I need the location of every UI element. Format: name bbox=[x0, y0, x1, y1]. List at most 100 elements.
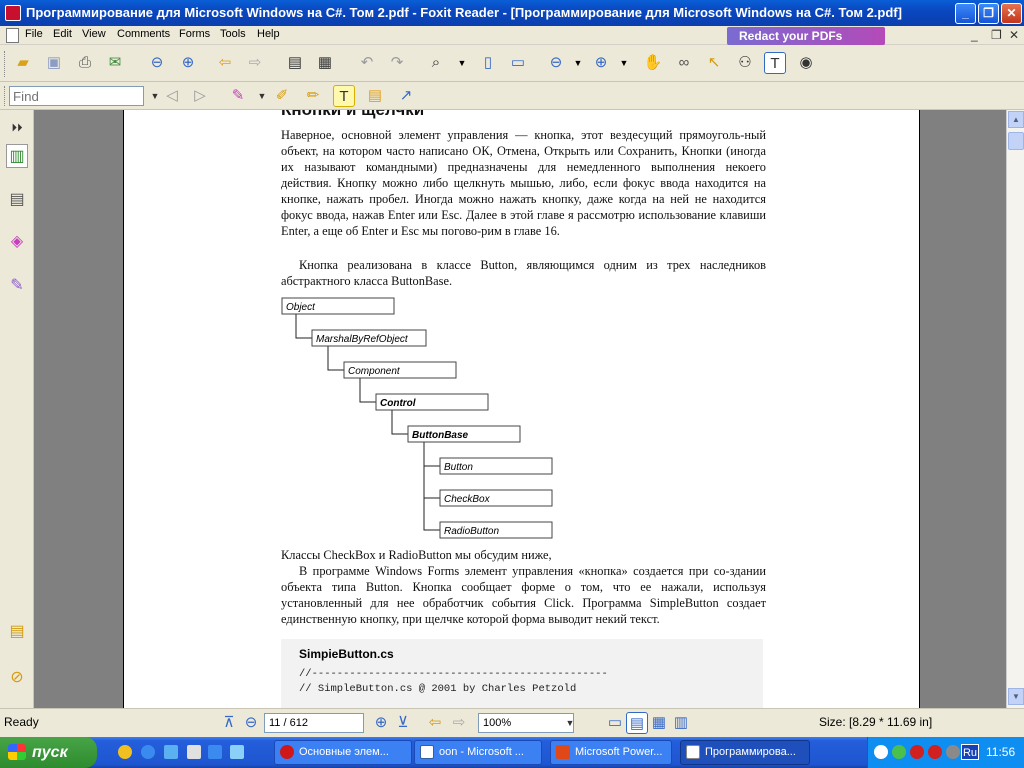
first-page-icon[interactable]: ⊼ bbox=[218, 712, 240, 734]
page-number-field[interactable]: 11 / 612 bbox=[264, 713, 364, 733]
task-foxit[interactable]: Программирова... bbox=[680, 740, 810, 765]
quicklaunch-explorer-icon[interactable] bbox=[187, 745, 201, 759]
scroll-down-arrow[interactable]: ▼ bbox=[1008, 688, 1024, 705]
find-input[interactable] bbox=[9, 86, 144, 106]
last-page-icon[interactable]: ⊻ bbox=[392, 712, 414, 734]
typewriter-icon[interactable]: ✎ bbox=[227, 85, 249, 107]
navigation-sidebar: ⏵⏵ ▥ ▤ ◈ ✎ ▤ ⊘ bbox=[0, 110, 34, 708]
bookmarks-icon[interactable]: ▥ bbox=[6, 144, 28, 168]
language-indicator[interactable]: Ru bbox=[961, 744, 979, 760]
mdi-minimize-button[interactable]: _ bbox=[971, 28, 978, 42]
menu-tools[interactable]: Tools bbox=[220, 28, 246, 40]
task-powerpoint[interactable]: Microsoft Power... bbox=[550, 740, 672, 765]
expand-panel-icon[interactable]: ⏵⏵ bbox=[6, 116, 28, 140]
typewriter-dropdown-icon[interactable]: ▼ bbox=[251, 85, 273, 107]
paragraph-4: В программе Windows Forms элемент управл… bbox=[281, 564, 766, 626]
back-icon[interactable]: ⇦ bbox=[214, 52, 236, 74]
task-opera[interactable]: Основные элем... bbox=[274, 740, 412, 765]
binoculars-icon[interactable]: ⚇ bbox=[734, 52, 756, 74]
maximize-button[interactable]: ❐ bbox=[978, 3, 999, 24]
continuous-facing-icon[interactable]: ▥ bbox=[670, 712, 692, 734]
quicklaunch-media-icon[interactable] bbox=[208, 745, 222, 759]
zoom-in-icon[interactable]: ⊕ bbox=[590, 52, 612, 74]
note-icon[interactable]: ▤ bbox=[364, 85, 386, 107]
menu-view[interactable]: View bbox=[82, 28, 106, 40]
menu-help[interactable]: Help bbox=[257, 28, 280, 40]
mdi-close-button[interactable]: ✕ bbox=[1009, 28, 1019, 42]
quicklaunch-messenger-icon[interactable] bbox=[118, 745, 132, 759]
scroll-up-arrow[interactable]: ▲ bbox=[1008, 111, 1024, 128]
arrow-tool-icon[interactable]: ↗ bbox=[395, 85, 417, 107]
undo-icon[interactable]: ↶ bbox=[356, 52, 378, 74]
tray-shield-icon[interactable] bbox=[910, 745, 924, 759]
redact-banner[interactable]: Redact your PDFs bbox=[727, 27, 885, 45]
tray-opera-icon[interactable] bbox=[928, 745, 942, 759]
pages-icon[interactable]: ▤ bbox=[6, 188, 28, 212]
fit-page-icon[interactable]: ▯ bbox=[477, 52, 499, 74]
task-word[interactable]: oon - Microsoft ... bbox=[414, 740, 542, 765]
continuous-icon[interactable]: ▤ bbox=[626, 712, 648, 734]
previous-page-icon[interactable]: ⊖ bbox=[146, 52, 168, 74]
tray-volume-icon[interactable] bbox=[946, 745, 960, 759]
single-page-icon[interactable]: ▭ bbox=[604, 712, 626, 734]
code-line-2: // SimpleButton.cs @ 2001 by Charles Pet… bbox=[299, 683, 577, 695]
redo-icon[interactable]: ↷ bbox=[386, 52, 408, 74]
zoom-in-dropdown-icon[interactable]: ▼ bbox=[613, 52, 635, 74]
zoom-icon[interactable]: ⌕ bbox=[425, 52, 447, 74]
quicklaunch-ie-icon[interactable] bbox=[141, 745, 155, 759]
text-select-icon[interactable]: T bbox=[764, 52, 786, 74]
zoom-select-arrow-icon[interactable]: ▼ bbox=[559, 712, 581, 734]
toolbar-grip[interactable] bbox=[4, 51, 7, 77]
find-next-icon[interactable]: ▷ bbox=[189, 85, 211, 107]
forward-icon[interactable]: ⇨ bbox=[244, 52, 266, 74]
zoom-out-dropdown-icon[interactable]: ▼ bbox=[567, 52, 589, 74]
comments-icon[interactable]: ▤ bbox=[6, 620, 28, 644]
fit-width-icon[interactable]: ▭ bbox=[507, 52, 529, 74]
next-page-status-icon[interactable]: ⊕ bbox=[370, 712, 392, 734]
zoom-out-icon[interactable]: ⊖ bbox=[545, 52, 567, 74]
quicklaunch-desktop-icon[interactable] bbox=[164, 745, 178, 759]
paperclip-icon[interactable]: ⊘ bbox=[6, 666, 28, 690]
word-icon bbox=[420, 745, 434, 759]
next-page-icon[interactable]: ⊕ bbox=[177, 52, 199, 74]
layers-icon[interactable]: ◈ bbox=[6, 230, 28, 254]
tree-label-control: Control bbox=[380, 398, 416, 409]
print-icon[interactable]: ⎙ bbox=[74, 52, 96, 74]
start-button[interactable]: пуск bbox=[0, 737, 97, 768]
hand-tool-icon[interactable]: ✋ bbox=[642, 52, 664, 74]
select-arrow-icon[interactable]: ↖ bbox=[703, 52, 725, 74]
copy-icon[interactable]: ▦ bbox=[314, 52, 336, 74]
textbox-icon[interactable]: T bbox=[333, 85, 355, 107]
menu-edit[interactable]: Edit bbox=[53, 28, 72, 40]
mdi-restore-button[interactable]: ❐ bbox=[991, 28, 1002, 42]
document-view[interactable]: Кнопки и щелчки Наверное, основной элеме… bbox=[34, 110, 1006, 708]
facing-icon[interactable]: ▦ bbox=[648, 712, 670, 734]
tray-network-icon[interactable] bbox=[874, 745, 888, 759]
attachments-panel-icon[interactable]: ✎ bbox=[6, 274, 28, 298]
paragraph-3: Классы CheckBox и RadioButton мы обсудим… bbox=[281, 548, 552, 562]
zoom-dropdown-icon[interactable]: ▼ bbox=[451, 52, 473, 74]
highlight-icon[interactable]: ✐ bbox=[271, 85, 293, 107]
pencil-icon[interactable]: ✏ bbox=[302, 85, 324, 107]
close-button[interactable]: ✕ bbox=[1001, 3, 1022, 24]
scroll-thumb[interactable] bbox=[1008, 132, 1024, 150]
tray-messenger-icon[interactable] bbox=[892, 745, 906, 759]
next-view-icon[interactable]: ⇨ bbox=[448, 712, 470, 734]
open-icon[interactable]: ▰ bbox=[12, 52, 34, 74]
toolbar-grip[interactable] bbox=[4, 86, 7, 106]
task-label: Программирова... bbox=[705, 746, 796, 758]
snapshot-icon[interactable]: ◉ bbox=[795, 52, 817, 74]
quicklaunch-extra-icon[interactable] bbox=[230, 745, 244, 759]
menu-forms[interactable]: Forms bbox=[179, 28, 210, 40]
previous-view-icon[interactable]: ⇦ bbox=[424, 712, 446, 734]
menu-file[interactable]: File bbox=[25, 28, 43, 40]
minimize-button[interactable]: _ bbox=[955, 3, 976, 24]
find-previous-icon[interactable]: ◁ bbox=[161, 85, 183, 107]
glasses-icon[interactable]: ∞ bbox=[673, 52, 695, 74]
vertical-scrollbar[interactable]: ▲ ▼ bbox=[1006, 110, 1024, 708]
prev-page-icon[interactable]: ⊖ bbox=[240, 712, 262, 734]
menu-comments[interactable]: Comments bbox=[117, 28, 170, 40]
document-properties-icon[interactable]: ▤ bbox=[284, 52, 306, 74]
email-icon[interactable]: ✉ bbox=[104, 52, 126, 74]
save-icon[interactable]: ▣ bbox=[43, 52, 65, 74]
